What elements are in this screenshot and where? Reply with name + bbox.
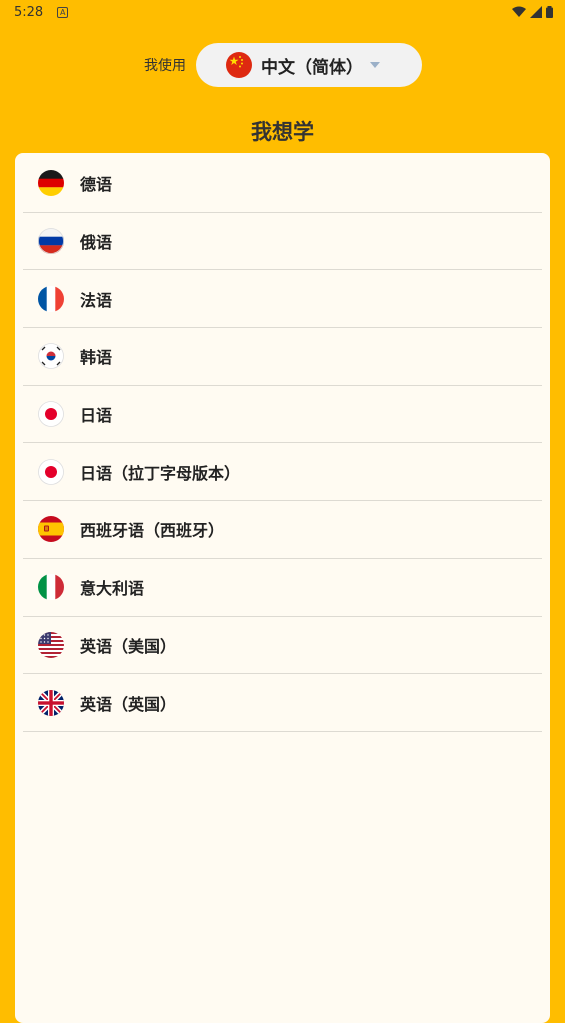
- language-item-label: 英语（美国）: [80, 636, 177, 656]
- korea-flag-icon: [38, 343, 64, 370]
- language-item-korean[interactable]: 韩语: [23, 328, 542, 386]
- source-language-row: 我使用 中文（简体）: [0, 43, 565, 87]
- language-item-japanese[interactable]: 日语: [23, 386, 542, 444]
- language-item-label: 日语: [80, 406, 113, 426]
- language-item-italian[interactable]: 意大利语: [23, 559, 542, 617]
- usa-flag-icon: [38, 631, 64, 658]
- language-item-english-us[interactable]: 英语（美国）: [23, 617, 542, 675]
- japan-flag-icon: [38, 401, 64, 428]
- language-item-spanish[interactable]: 西班牙语（西班牙）: [23, 501, 542, 559]
- language-item-label: 法语: [80, 290, 113, 310]
- language-list: 德语 俄语 法语 韩语 日语 日语（拉丁字母版本） 西班牙语（西班牙） 意大利语…: [23, 155, 542, 732]
- language-item-label: 意大利语: [80, 579, 145, 599]
- status-bar: 5:28 A: [0, 0, 565, 24]
- italy-flag-icon: [38, 574, 64, 601]
- section-title: 我想学: [251, 120, 314, 144]
- source-language-value: 中文（简体）: [261, 57, 363, 78]
- germany-flag-icon: [38, 170, 64, 197]
- language-item-japanese-latin[interactable]: 日语（拉丁字母版本）: [23, 443, 542, 502]
- china-flag-icon: [226, 52, 252, 78]
- russia-flag-icon: [38, 228, 64, 255]
- language-item-english-uk[interactable]: 英语（英国）: [23, 674, 542, 732]
- japan-flag-icon: [38, 458, 64, 485]
- language-item-label: 韩语: [80, 348, 113, 368]
- notification-a-icon: A: [57, 6, 69, 18]
- language-item-french[interactable]: 法语: [23, 270, 542, 329]
- language-item-german[interactable]: 德语: [23, 155, 542, 213]
- spain-flag-icon: [38, 516, 64, 543]
- source-language-dropdown[interactable]: 中文（简体）: [196, 43, 422, 87]
- uk-flag-icon: [38, 689, 64, 716]
- chevron-down-icon: [370, 62, 380, 68]
- language-item-label: 英语（英国）: [80, 694, 177, 714]
- language-item-label: 德语: [80, 175, 113, 195]
- signal-icon: [530, 6, 542, 18]
- source-language-label: 我使用: [144, 58, 186, 74]
- language-list-card: 德语 俄语 法语 韩语 日语 日语（拉丁字母版本） 西班牙语（西班牙） 意大利语…: [15, 153, 550, 1023]
- battery-icon: [546, 6, 553, 18]
- language-item-label: 西班牙语（西班牙）: [80, 521, 225, 541]
- language-item-label: 俄语: [80, 233, 113, 253]
- language-item-label: 日语（拉丁字母版本）: [80, 463, 241, 483]
- france-flag-icon: [38, 285, 64, 312]
- language-item-russian[interactable]: 俄语: [23, 213, 542, 271]
- status-time: 5:28: [14, 4, 44, 20]
- wifi-icon: [512, 6, 526, 17]
